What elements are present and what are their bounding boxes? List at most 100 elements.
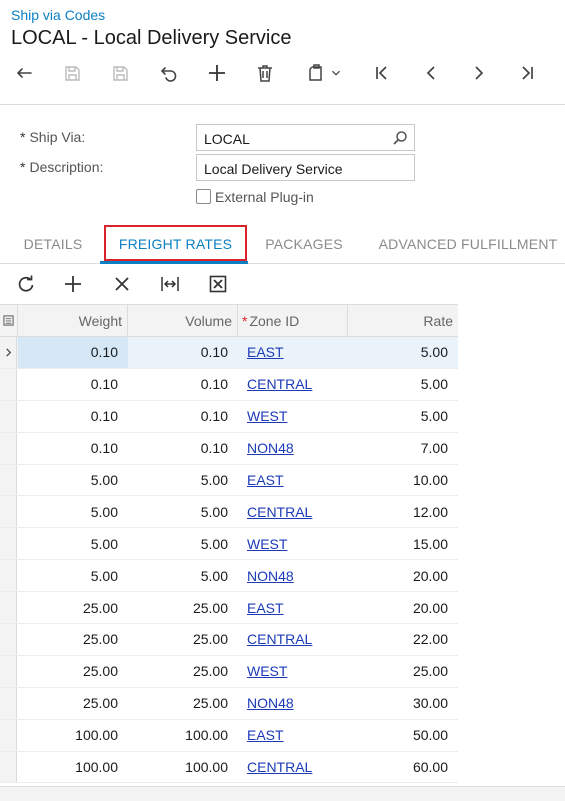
row-selector[interactable] — [0, 751, 17, 783]
zone-id-link[interactable]: EAST — [247, 472, 284, 488]
zone-id-link[interactable]: EAST — [247, 727, 284, 743]
rate-cell[interactable]: 5.00 — [348, 337, 458, 368]
zone-id-link[interactable]: CENTRAL — [247, 759, 312, 775]
table-row[interactable]: 100.00 100.00 CENTRAL 60.00 — [0, 751, 458, 784]
last-record-button[interactable] — [512, 58, 542, 88]
search-icon[interactable] — [392, 130, 408, 146]
volume-cell[interactable]: 25.00 — [128, 624, 238, 655]
undo-button[interactable] — [9, 58, 39, 88]
row-selector[interactable] — [0, 719, 17, 751]
rate-cell[interactable]: 25.00 — [348, 656, 458, 687]
previous-record-button[interactable] — [416, 58, 446, 88]
weight-cell[interactable]: 25.00 — [18, 688, 128, 719]
row-selector[interactable] — [0, 624, 17, 655]
row-selector[interactable] — [0, 687, 17, 719]
table-row[interactable]: 25.00 25.00 CENTRAL 22.00 — [0, 624, 458, 656]
row-selector-header[interactable] — [0, 305, 18, 336]
column-header-rate[interactable]: Rate — [348, 305, 458, 336]
weight-cell[interactable]: 5.00 — [18, 528, 128, 559]
tab-packages[interactable]: PACKAGES — [262, 224, 346, 264]
weight-cell[interactable]: 0.10 — [18, 401, 128, 432]
export-excel-button[interactable] — [207, 273, 229, 295]
rate-cell[interactable]: 12.00 — [348, 496, 458, 527]
tab-advanced-fulfillment[interactable]: ADVANCED FULFILLMENT — [377, 224, 559, 264]
volume-cell[interactable]: 100.00 — [128, 720, 238, 751]
volume-cell[interactable]: 25.00 — [128, 592, 238, 623]
weight-cell[interactable]: 0.10 — [18, 337, 128, 368]
column-header-volume[interactable]: Volume — [128, 305, 238, 336]
volume-cell[interactable]: 25.00 — [128, 656, 238, 687]
rate-cell[interactable]: 7.00 — [348, 433, 458, 464]
weight-cell[interactable]: 100.00 — [18, 720, 128, 751]
row-selector[interactable] — [0, 464, 17, 496]
table-row[interactable]: 25.00 25.00 EAST 20.00 — [0, 592, 458, 625]
rate-cell[interactable]: 5.00 — [348, 369, 458, 400]
zone-id-link[interactable]: WEST — [247, 663, 287, 679]
table-row[interactable]: 100.00 100.00 EAST 50.00 — [0, 719, 458, 752]
next-record-button[interactable] — [464, 58, 494, 88]
weight-cell[interactable]: 0.10 — [18, 433, 128, 464]
rate-cell[interactable]: 20.00 — [348, 592, 458, 623]
rate-cell[interactable]: 60.00 — [348, 752, 458, 783]
cancel-button[interactable] — [154, 58, 184, 88]
volume-cell[interactable]: 5.00 — [128, 465, 238, 496]
volume-cell[interactable]: 5.00 — [128, 496, 238, 527]
table-row[interactable]: 5.00 5.00 WEST 15.00 — [0, 528, 458, 561]
column-header-weight[interactable]: Weight — [18, 305, 128, 336]
weight-cell[interactable]: 25.00 — [18, 624, 128, 655]
table-row[interactable]: 0.10 0.10 EAST 5.00 — [0, 337, 458, 369]
refresh-button[interactable] — [15, 273, 37, 295]
zone-id-link[interactable]: NON48 — [247, 568, 294, 584]
save-close-button[interactable] — [57, 58, 87, 88]
rate-cell[interactable]: 50.00 — [348, 720, 458, 751]
zone-id-link[interactable]: CENTRAL — [247, 376, 312, 392]
row-selector[interactable] — [0, 432, 17, 464]
volume-cell[interactable]: 100.00 — [128, 752, 238, 783]
volume-cell[interactable]: 0.10 — [128, 337, 238, 368]
rate-cell[interactable]: 15.00 — [348, 528, 458, 559]
row-selector[interactable] — [0, 400, 17, 432]
tab-details[interactable]: DETAILS — [22, 224, 84, 264]
add-button[interactable] — [202, 58, 232, 88]
volume-cell[interactable]: 25.00 — [128, 688, 238, 719]
rate-cell[interactable]: 10.00 — [348, 465, 458, 496]
zone-id-link[interactable]: NON48 — [247, 695, 294, 711]
weight-cell[interactable]: 5.00 — [18, 496, 128, 527]
row-selector[interactable] — [0, 337, 17, 368]
row-selector[interactable] — [0, 655, 17, 687]
table-row[interactable]: 0.10 0.10 WEST 5.00 — [0, 400, 458, 433]
table-row[interactable]: 5.00 5.00 CENTRAL 12.00 — [0, 496, 458, 529]
rate-cell[interactable]: 20.00 — [348, 560, 458, 591]
rate-cell[interactable]: 30.00 — [348, 688, 458, 719]
table-row[interactable]: 25.00 25.00 WEST 25.00 — [0, 655, 458, 688]
weight-cell[interactable]: 5.00 — [18, 560, 128, 591]
table-row[interactable]: 5.00 5.00 EAST 10.00 — [0, 464, 458, 497]
description-field[interactable]: Local Delivery Service — [196, 154, 415, 181]
row-selector[interactable] — [0, 560, 17, 592]
row-selector[interactable] — [0, 528, 17, 560]
volume-cell[interactable]: 5.00 — [128, 528, 238, 559]
weight-cell[interactable]: 100.00 — [18, 752, 128, 783]
first-record-button[interactable] — [367, 58, 397, 88]
weight-cell[interactable]: 25.00 — [18, 656, 128, 687]
table-row[interactable]: 25.00 25.00 NON48 30.00 — [0, 687, 458, 720]
zone-id-link[interactable]: EAST — [247, 600, 284, 616]
delete-row-button[interactable] — [111, 273, 133, 295]
weight-cell[interactable]: 0.10 — [18, 369, 128, 400]
row-selector[interactable] — [0, 496, 17, 528]
volume-cell[interactable]: 0.10 — [128, 401, 238, 432]
delete-button[interactable] — [250, 58, 280, 88]
table-row[interactable]: 0.10 0.10 CENTRAL 5.00 — [0, 368, 458, 401]
volume-cell[interactable]: 5.00 — [128, 560, 238, 591]
zone-id-link[interactable]: WEST — [247, 408, 287, 424]
horizontal-scrollbar[interactable] — [0, 786, 565, 801]
table-row[interactable]: 0.10 0.10 NON48 7.00 — [0, 432, 458, 465]
weight-cell[interactable]: 5.00 — [18, 465, 128, 496]
zone-id-link[interactable]: EAST — [247, 344, 284, 360]
zone-id-link[interactable]: CENTRAL — [247, 504, 312, 520]
save-button[interactable] — [105, 58, 135, 88]
row-selector[interactable] — [0, 592, 17, 624]
zone-id-link[interactable]: NON48 — [247, 440, 294, 456]
fit-columns-button[interactable] — [159, 273, 181, 295]
volume-cell[interactable]: 0.10 — [128, 369, 238, 400]
